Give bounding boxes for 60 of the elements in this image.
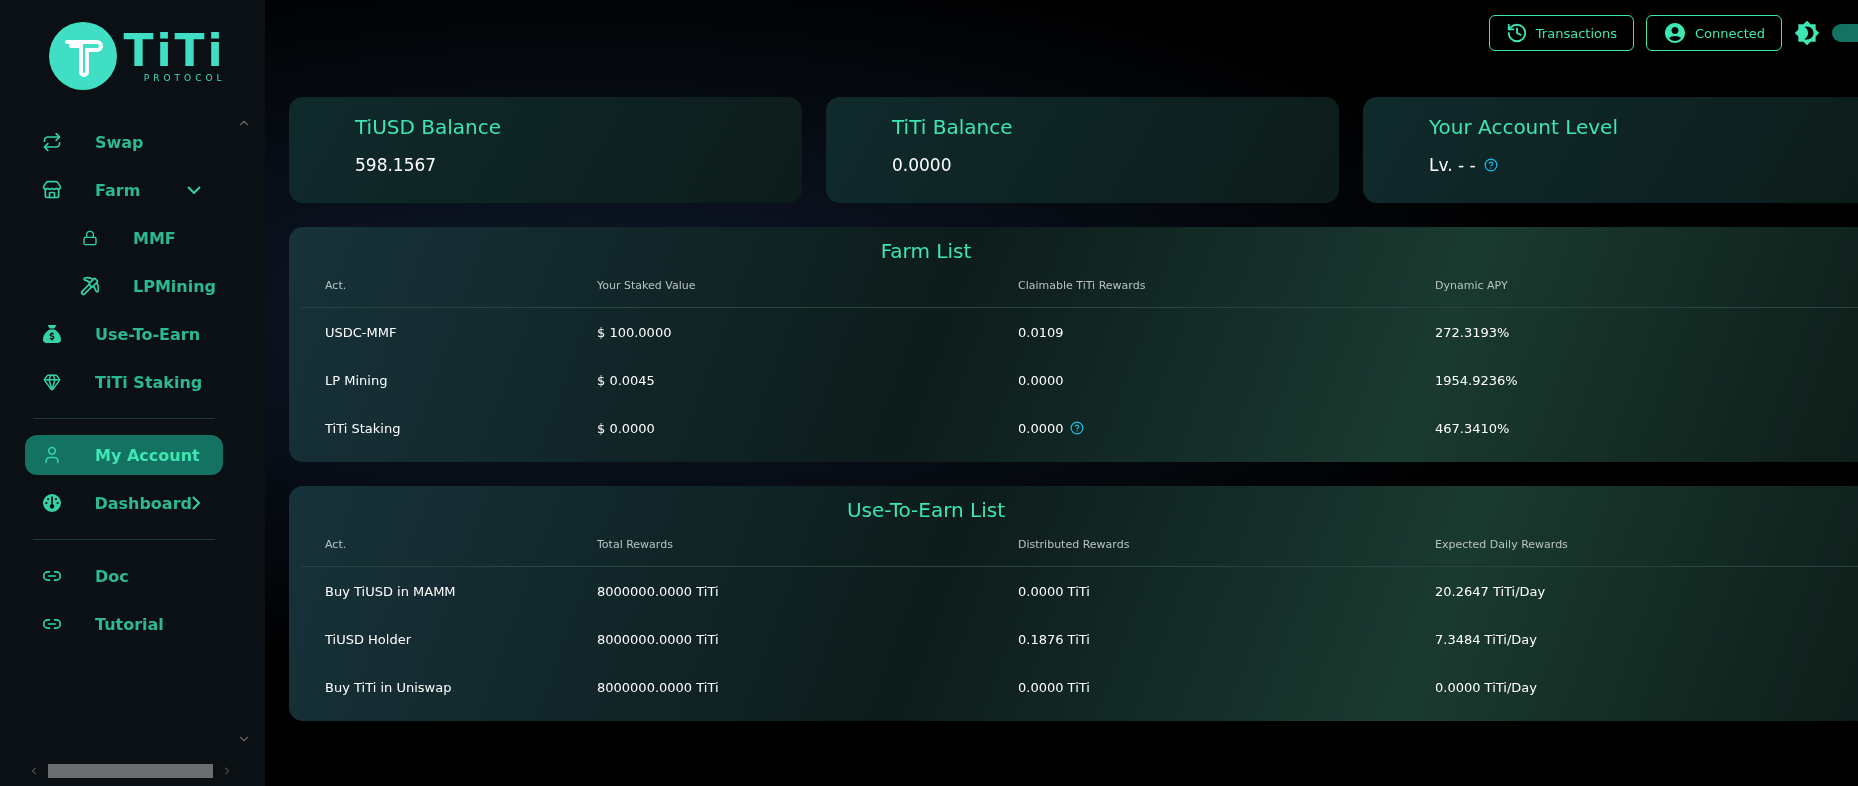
card-title: TiTi Balance	[892, 115, 1014, 139]
table-cell: 0.1876 TiTi	[1018, 631, 1090, 647]
table-cell: 0.0000	[1018, 372, 1064, 388]
swap-icon	[41, 131, 63, 153]
table-cell: 8000000.0000 TiTi	[597, 583, 719, 599]
table-cell: 8000000.0000 TiTi	[597, 631, 719, 647]
card-value: 598.1567	[355, 155, 437, 175]
sidebar-item[interactable]: Swap	[25, 122, 223, 162]
table-cell: 20.2647 TiTi/Day	[1435, 583, 1546, 599]
table-cell: 0.0000	[1018, 420, 1064, 436]
table-cell: 0.0000 TiTi/Day	[1435, 679, 1537, 695]
table-cell: $ 0.0045	[597, 372, 655, 388]
storefront-icon	[41, 179, 63, 201]
history-icon	[1505, 22, 1528, 44]
logo-name: TiTi	[123, 29, 226, 73]
transactions-button[interactable]: Transactions	[1488, 15, 1634, 51]
table-cell: Buy TiTi in Uniswap	[325, 679, 452, 695]
table-cell: 8000000.0000 TiTi	[597, 679, 719, 695]
table-cell: 467.3410%	[1435, 420, 1510, 436]
card-title: TiUSD Balance	[355, 115, 502, 139]
sidebar-item[interactable]: MMF	[25, 218, 223, 258]
logo-tagline: PROTOCOL	[143, 73, 226, 83]
brightness-icon[interactable]	[1794, 20, 1820, 46]
table-cell: TiUSD Holder	[325, 631, 411, 647]
pickaxe-icon	[79, 275, 101, 297]
card-value: Lv. - -	[1429, 155, 1476, 175]
chevron-right-icon	[192, 496, 201, 510]
account-icon	[1663, 21, 1687, 45]
card-title: Your Account Level	[1429, 115, 1619, 139]
table-cell: TiTi Staking	[325, 420, 401, 436]
sidebar-item[interactable]: My Account	[25, 435, 223, 475]
sidebar-item[interactable]: LPMining	[25, 266, 223, 306]
card-value: 0.0000	[892, 155, 952, 175]
column-header: Dynamic APY	[1435, 278, 1509, 292]
table-cell: $ 0.0000	[597, 420, 655, 436]
table-cell: 0.0000 TiTi	[1018, 583, 1090, 599]
table-cell: 272.3193%	[1435, 324, 1510, 340]
chevron-down-icon	[187, 185, 201, 195]
gauge-icon	[41, 492, 63, 514]
sidebar-item[interactable]: Farm	[25, 170, 223, 210]
panel-title: Use-To-Earn List	[845, 497, 1007, 522]
column-header: Expected Daily Rewards	[1435, 537, 1569, 551]
help-icon[interactable]	[1069, 421, 1084, 435]
money-bag-icon	[41, 323, 63, 345]
table-cell: Buy TiUSD in MAMM	[325, 583, 456, 599]
table-cell: USDC-MMF	[325, 324, 397, 340]
account-button[interactable]: Connected	[1646, 15, 1782, 51]
sidebar-item[interactable]: Tutorial	[25, 604, 223, 644]
sidebar-item[interactable]: Doc	[25, 556, 223, 596]
help-icon[interactable]	[1483, 158, 1498, 172]
table-cell: $ 100.0000	[597, 324, 672, 340]
sidebar-item[interactable]: TiTi Staking	[25, 362, 223, 402]
table-cell: 1954.9236%	[1435, 372, 1518, 388]
table-cell: 0.0109	[1018, 324, 1064, 340]
table-cell: 0.0000 TiTi	[1018, 679, 1090, 695]
table-cell: 7.3484 TiTi/Day	[1435, 631, 1537, 647]
table-cell: LP Mining	[325, 372, 388, 388]
sidebar-item[interactable]: Dashboard	[25, 483, 223, 523]
sidebar-item[interactable]: Use-To-Earn	[25, 314, 223, 354]
panel-title: Farm List	[879, 238, 973, 263]
